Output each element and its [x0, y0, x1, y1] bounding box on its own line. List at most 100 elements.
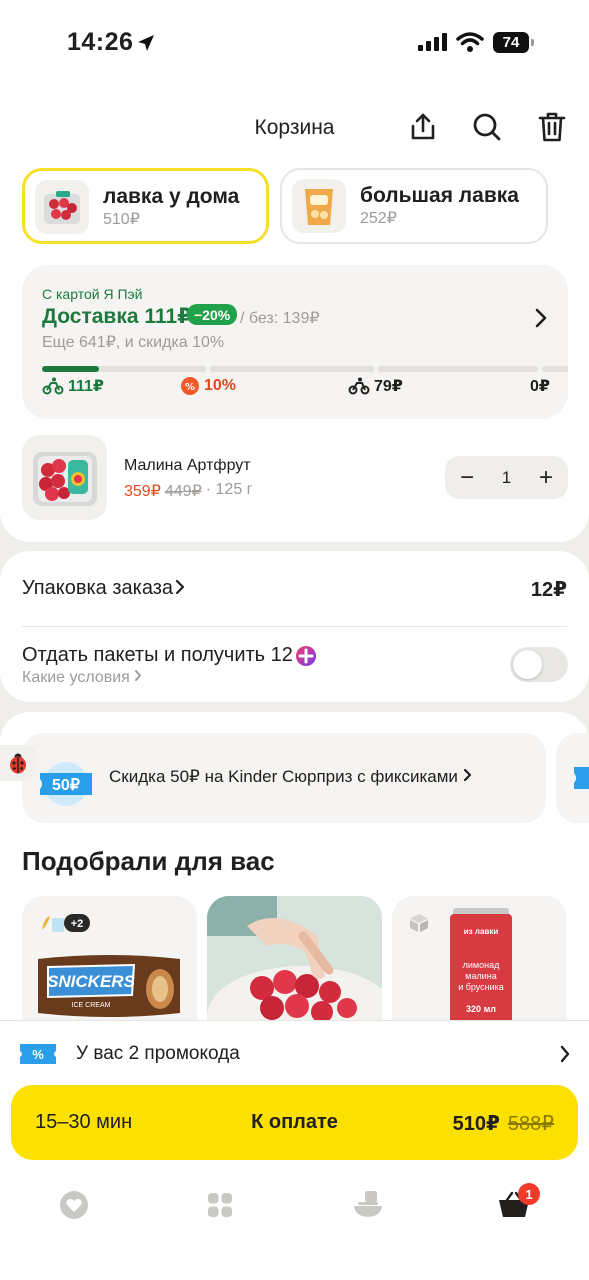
store-price: 252₽: [360, 210, 397, 227]
coupon-tag: 50₽: [36, 761, 96, 812]
return-bags-toggle[interactable]: [510, 647, 568, 682]
product-tags-icon: +2: [42, 914, 90, 932]
product-subtitle: ICE CREAM: [72, 1002, 111, 1009]
product-weight: · 125 г: [205, 481, 253, 498]
store-thumb: [292, 179, 346, 233]
status-time: 14:26: [67, 28, 134, 56]
conditions-label: Какие условия: [22, 669, 130, 686]
total-old: 588₽: [507, 1113, 554, 1135]
grid-icon: [208, 1193, 232, 1217]
progress-fill: [42, 366, 100, 372]
tab-bar: 1: [0, 1179, 589, 1229]
tab-catalog[interactable]: [200, 1187, 240, 1223]
product-price-old: 449₽: [164, 483, 202, 500]
packaging-label: Упаковка заказа: [22, 577, 174, 599]
cellular-signal-icon: [418, 33, 447, 51]
chevron-right-icon: [135, 670, 142, 681]
trash-icon: [538, 112, 566, 142]
progress-segment: [42, 366, 206, 372]
packaging-link[interactable]: Упаковка заказа: [22, 577, 185, 600]
battery-indicator: 74: [493, 32, 534, 53]
tier-free: 0₽: [530, 376, 550, 396]
promo-banner-text: Скидка 50₽ на Kinder Сюрприз с фиксиками: [109, 767, 472, 787]
tier-next: 79₽: [348, 376, 403, 396]
packaging-price: 12₽: [530, 579, 567, 601]
delivery-info-card[interactable]: С картой Я Пэй Доставка 111₽ −20% / без:…: [22, 265, 568, 419]
chevron-right-icon: [463, 768, 471, 782]
tab-cart[interactable]: 1: [494, 1183, 540, 1223]
pay-button[interactable]: 15–30 мин К оплате 510₽ 588₽: [11, 1085, 578, 1160]
return-bags-row: Отдать пакеты и получить 12: [22, 644, 317, 667]
plus-points-icon: [295, 645, 316, 666]
progress-segment: [542, 366, 568, 372]
promocodes-row[interactable]: % У вас 2 промокода: [18, 1039, 571, 1069]
order-total: 510₽ 588₽: [453, 1111, 554, 1136]
quantity-stepper: − 1 +: [445, 456, 568, 499]
svg-text:%: %: [32, 1047, 44, 1062]
product-brand: SNICKERS: [47, 972, 136, 991]
promocodes-label: У вас 2 промокода: [76, 1043, 240, 1064]
debug-tab[interactable]: [0, 745, 36, 781]
coupon-tag-value: 50₽: [52, 777, 80, 794]
recommendations-card: 50₽ Скидка 50₽ на Kinder Сюрприз с фикси…: [0, 712, 589, 1046]
tier-value: 10%: [204, 377, 237, 394]
cart-top-card: Корзина лавка у дома 510₽ большая лавка …: [0, 90, 589, 542]
chevron-right-icon: [175, 579, 185, 595]
location-arrow-icon: [138, 35, 154, 51]
progress-segment: [210, 366, 374, 372]
section-title: Подобрали для вас: [22, 846, 275, 876]
promo-banner-label: Скидка 50₽ на Kinder Сюрприз с фиксиками: [109, 767, 458, 786]
product-price: 359₽ 449₽ · 125 г: [124, 481, 253, 501]
tier-value: 111₽: [68, 378, 105, 395]
product-volume: 320 мл: [466, 1004, 496, 1014]
delivery-price: Доставка 111₽: [42, 305, 192, 328]
promo-banner[interactable]: 50₽ Скидка 50₽ на Kinder Сюрприз с фикси…: [22, 733, 546, 823]
increase-quantity-button[interactable]: +: [536, 465, 556, 490]
store-price: 510₽: [103, 211, 140, 228]
tier-discount: % 10%: [180, 376, 236, 396]
next-discount-hint: Еще 641₽, и скидка 10%: [42, 334, 225, 351]
tier-value: 0₽: [530, 378, 551, 395]
coupon-tag-icon: 1: [574, 767, 589, 789]
price-without-card: / без: 139₽: [240, 310, 320, 327]
clear-cart-button[interactable]: [535, 110, 569, 144]
tab-restaurants[interactable]: [348, 1187, 388, 1223]
packaging-card: Упаковка заказа 12₽ Отдать пакеты и полу…: [0, 551, 589, 702]
cube-icon: [410, 914, 428, 932]
snack-bag-icon: [305, 189, 333, 225]
status-bar: 14:26 74: [0, 0, 589, 90]
store-tab-bolshaya-lavka[interactable]: большая лавка 252₽: [280, 168, 548, 244]
svg-text:%: %: [185, 382, 195, 393]
courier-bike-icon: [42, 377, 64, 395]
ladybug-icon: [10, 753, 26, 774]
product-name[interactable]: Малина Артфрут: [124, 457, 251, 475]
coupon-tag-icon: 50₽: [40, 762, 92, 806]
cart-count-badge: 1: [518, 1183, 540, 1205]
discount-badge: −20%: [187, 304, 238, 325]
chevron-right-icon: [560, 1045, 570, 1063]
tag-count: +2: [71, 918, 84, 930]
store-tab-lavka-u-doma[interactable]: лавка у дома 510₽: [22, 168, 269, 244]
search-icon: [473, 113, 501, 141]
search-button[interactable]: [470, 110, 504, 144]
divider: [22, 626, 567, 627]
raspberry-box-icon: [32, 451, 97, 506]
promo-banner-next[interactable]: 1: [556, 733, 589, 823]
product-image[interactable]: [22, 435, 107, 520]
lemonade-can-image: из лавки лимонад малина и брусника 320 мл: [450, 908, 512, 1038]
conditions-link[interactable]: Какие условия: [22, 669, 142, 687]
progress-segment: [378, 366, 538, 372]
tab-favorites[interactable]: [54, 1187, 94, 1223]
share-icon: [411, 113, 435, 140]
quantity-value: 1: [501, 467, 512, 487]
share-button[interactable]: [406, 110, 440, 144]
chevron-right-icon: [535, 308, 547, 328]
pay-card-note: С картой Я Пэй: [42, 286, 143, 302]
heart-icon: [60, 1191, 88, 1219]
percent-badge-icon: %: [181, 377, 199, 395]
total-current: 510₽: [452, 1113, 500, 1135]
decrease-quantity-button[interactable]: −: [457, 465, 477, 490]
tier-value: 79₽: [374, 378, 403, 395]
return-bags-label: Отдать пакеты и получить 12: [22, 644, 293, 666]
raspberry-box-icon: [44, 191, 80, 224]
